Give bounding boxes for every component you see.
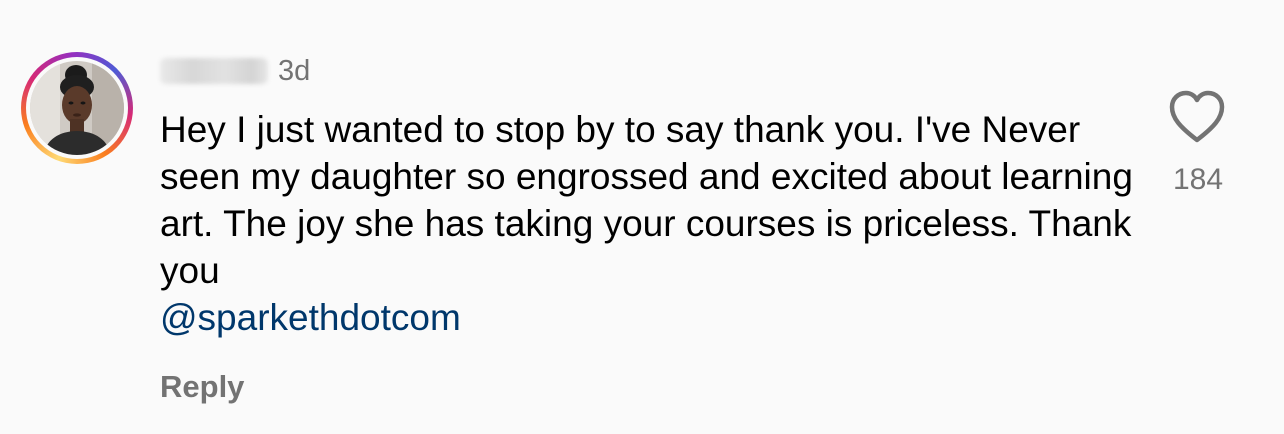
avatar[interactable] (30, 61, 124, 155)
username-redacted[interactable] (160, 58, 268, 84)
comment-item: 3d Hey I just wanted to stop by to say t… (0, 0, 1284, 434)
avatar-image (30, 61, 124, 155)
heart-icon (1169, 90, 1225, 143)
mention-link[interactable]: @sparkethdotcom (160, 297, 461, 338)
comment-text-block: Hey I just wanted to stop by to say than… (160, 106, 1140, 341)
like-button[interactable] (1168, 90, 1226, 144)
avatar-story-ring[interactable] (21, 52, 133, 164)
reply-button[interactable]: Reply (160, 369, 244, 405)
comment-text: Hey I just wanted to stop by to say than… (160, 109, 1133, 291)
comment-timestamp: 3d (278, 55, 311, 87)
like-count: 184 (1172, 163, 1224, 196)
